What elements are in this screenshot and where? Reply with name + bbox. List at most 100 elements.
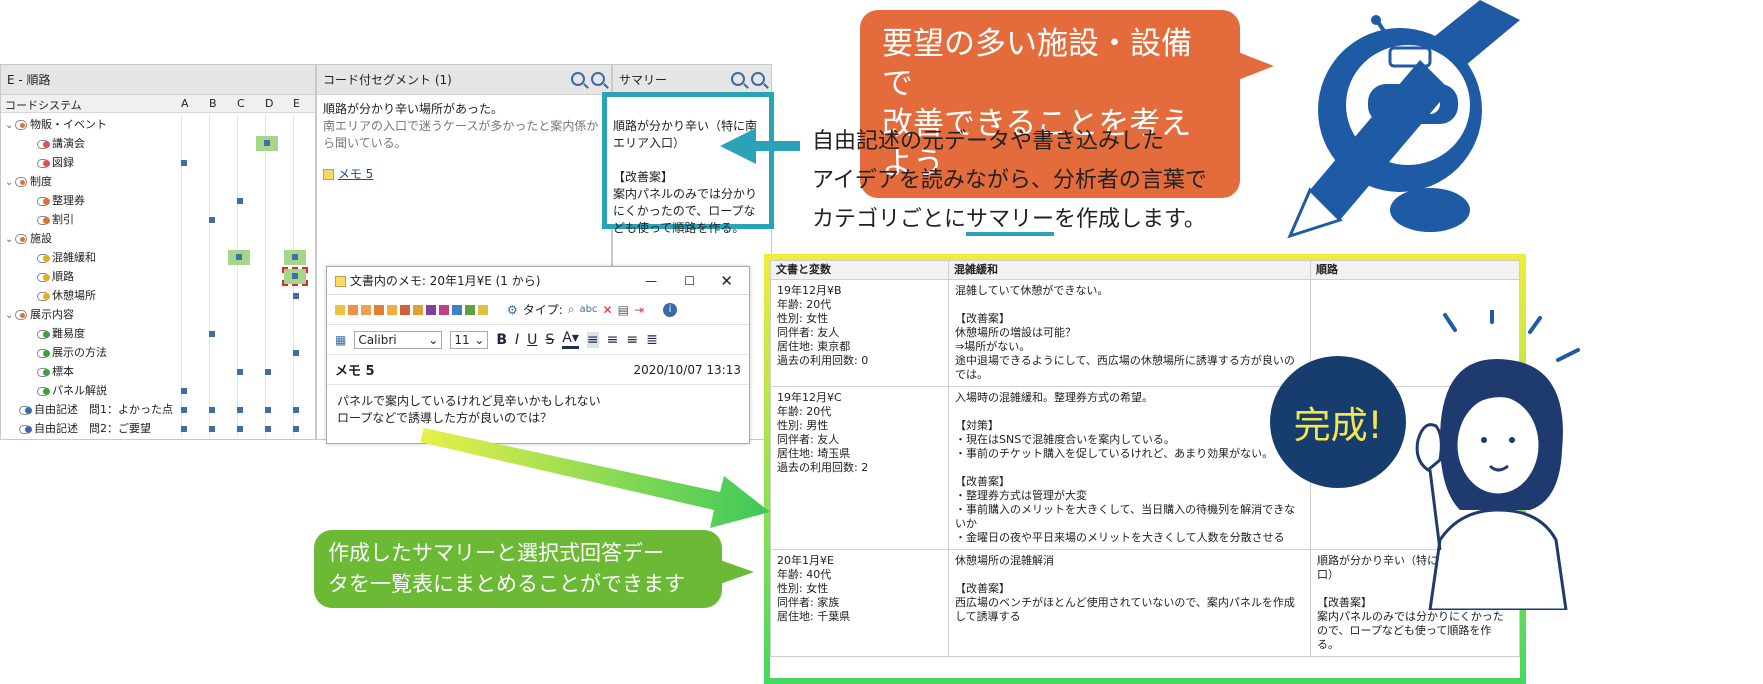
expand-icon[interactable]: ⌄	[5, 230, 15, 249]
align-center-icon[interactable]: ≡	[607, 332, 619, 348]
code-row[interactable]: ⌄ 物販・イベント	[1, 115, 315, 134]
delete-icon[interactable]: ✕	[603, 303, 613, 317]
font-size-select[interactable]: 11 ⌄	[450, 330, 489, 349]
code-row[interactable]: 展示の方法	[1, 343, 315, 362]
coded-segment-marker[interactable]	[293, 407, 299, 413]
coded-segment-marker[interactable]	[209, 217, 215, 223]
grid-line	[293, 210, 294, 229]
grid-line	[209, 343, 210, 362]
segment-density-highlight[interactable]	[256, 136, 278, 151]
code-icon	[19, 405, 32, 415]
grid-line	[237, 172, 238, 191]
column-header-route[interactable]: 順路	[1310, 260, 1520, 280]
strikethrough-icon[interactable]: S	[545, 332, 554, 348]
zoom-in-icon[interactable]	[751, 72, 765, 86]
column-e[interactable]: E	[293, 97, 300, 110]
coded-segment-marker[interactable]	[237, 369, 243, 375]
code-row[interactable]: 講演会	[1, 134, 315, 153]
italic-icon[interactable]: I	[515, 332, 519, 348]
coded-segment-marker[interactable]	[265, 426, 271, 432]
coded-segment-marker[interactable]	[237, 407, 243, 413]
memo-type-icons[interactable]	[335, 304, 488, 315]
coded-segment-marker[interactable]	[181, 160, 187, 166]
export-icon[interactable]: ⇥	[634, 303, 644, 317]
column-a[interactable]: A	[181, 97, 189, 110]
underline-icon[interactable]: U	[527, 332, 537, 348]
coded-segment-marker[interactable]	[265, 407, 271, 413]
coded-segment-marker[interactable]	[237, 426, 243, 432]
code-folder-icon	[15, 234, 27, 244]
bubble-tail	[720, 560, 754, 584]
close-icon[interactable]: ✕	[720, 267, 733, 295]
column-b[interactable]: B	[209, 97, 217, 110]
code-row[interactable]: 図録	[1, 153, 315, 172]
justify-icon[interactable]: ≣	[646, 332, 658, 348]
grid-line	[237, 381, 238, 400]
coded-segment-marker[interactable]	[236, 254, 242, 260]
code-icon	[37, 272, 50, 282]
code-row[interactable]: ⌄ 制度	[1, 172, 315, 191]
code-row[interactable]: ⌄ 施設	[1, 229, 315, 248]
column-header-document[interactable]: 文書と変数	[770, 260, 949, 280]
explanation-segment: カテゴリごとに	[812, 207, 967, 232]
coded-segment-marker[interactable]	[181, 388, 187, 394]
code-row[interactable]: パネル解説	[1, 381, 315, 400]
zoom-in-icon[interactable]	[591, 72, 605, 86]
panel-title: コード付セグメント (1)	[317, 65, 611, 95]
code-row[interactable]: 自由記述 問1：よかった点	[1, 400, 315, 419]
font-select[interactable]: Calibri ⌄	[354, 330, 443, 349]
gear-icon[interactable]: ⚙	[507, 303, 518, 317]
segment-density-highlight[interactable]	[282, 267, 308, 286]
column-header-congestion[interactable]: 混雑緩和	[948, 260, 1311, 280]
grid-line	[209, 134, 210, 153]
code-row[interactable]: 割引	[1, 210, 315, 229]
coded-segment-marker[interactable]	[181, 407, 187, 413]
memo-title[interactable]: メモ 5	[335, 360, 375, 379]
code-row[interactable]: 自由記述 問2：ご要望	[1, 419, 315, 438]
coded-segment-marker[interactable]	[264, 140, 270, 146]
code-row[interactable]: 整理券	[1, 191, 315, 210]
spellcheck-icon[interactable]: abc	[580, 304, 598, 315]
align-right-icon[interactable]: ≡	[626, 332, 638, 348]
coded-segment-marker[interactable]	[293, 426, 299, 432]
coded-segment-marker[interactable]	[237, 198, 243, 204]
code-row[interactable]: 混雑緩和	[1, 248, 315, 267]
calendar-icon[interactable]: ▦	[335, 333, 346, 347]
info-icon[interactable]: i	[663, 302, 677, 317]
column-d[interactable]: D	[265, 97, 273, 110]
coded-segment-marker[interactable]	[292, 254, 298, 260]
coded-segment-marker[interactable]	[209, 331, 215, 337]
zoom-out-icon[interactable]	[571, 72, 585, 86]
coded-segment-marker[interactable]	[292, 273, 298, 279]
expand-icon[interactable]: ⌄	[5, 306, 15, 325]
bold-icon[interactable]: B	[496, 332, 507, 348]
code-row[interactable]: 標本	[1, 362, 315, 381]
coded-segment-marker[interactable]	[293, 350, 299, 356]
print-icon[interactable]: ▤	[618, 303, 629, 317]
grid-line	[181, 305, 182, 324]
coded-segment-marker[interactable]	[265, 369, 271, 375]
coded-segment-marker[interactable]	[293, 293, 299, 299]
code-row[interactable]: 難易度	[1, 324, 315, 343]
zoom-out-icon[interactable]	[731, 72, 745, 86]
grid-line	[265, 248, 266, 267]
segment-density-highlight[interactable]	[284, 250, 306, 265]
expand-icon[interactable]: ⌄	[5, 116, 15, 135]
coded-segment-marker[interactable]	[181, 426, 187, 432]
column-c[interactable]: C	[237, 97, 245, 110]
font-color-icon[interactable]: A▾	[562, 330, 579, 349]
expand-icon[interactable]: ⌄	[5, 173, 15, 192]
memo-link[interactable]: メモ 5	[338, 167, 373, 181]
align-left-icon[interactable]: ≡	[586, 331, 599, 348]
coded-segment-marker[interactable]	[209, 407, 215, 413]
code-row[interactable]: ⌄ 展示内容	[1, 305, 315, 324]
segment-density-highlight[interactable]	[228, 250, 250, 265]
code-label: 順路	[52, 270, 74, 283]
robot-mascot	[1287, 0, 1520, 239]
coded-segment-marker[interactable]	[209, 426, 215, 432]
minimize-icon[interactable]: —	[645, 267, 657, 295]
code-row[interactable]: 順路	[1, 267, 315, 286]
maximize-icon[interactable]: ☐	[684, 267, 695, 295]
code-row[interactable]: 休憩場所	[1, 286, 315, 305]
search-icon[interactable]: ⌕	[568, 302, 575, 317]
